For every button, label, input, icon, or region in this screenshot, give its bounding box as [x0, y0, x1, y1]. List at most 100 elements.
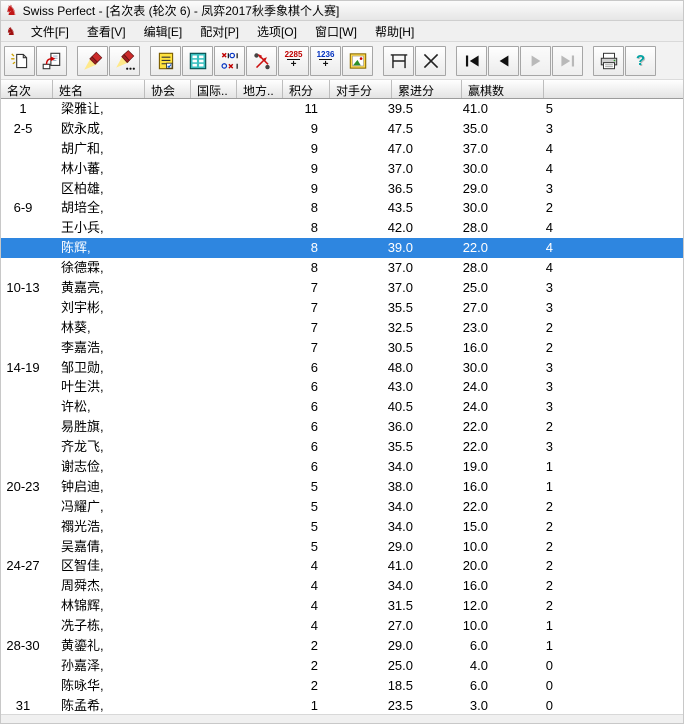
table-row[interactable]: 王小兵, 8 42.0 28.0 4 — [1, 218, 683, 238]
search-more-button[interactable] — [109, 45, 140, 76]
table-row[interactable]: 陈辉, 8 39.0 22.0 4 — [1, 238, 683, 259]
table-row[interactable]: 谢志俭, 6 34.0 19.0 1 — [1, 457, 683, 477]
player-name-cell: 区柏雄, — [61, 180, 104, 196]
previous-icon — [499, 55, 508, 66]
row-filler — [553, 556, 683, 576]
cut-round-button[interactable] — [415, 45, 446, 76]
table-row[interactable]: 孙嘉泽, 2 25.0 4.0 0 — [1, 656, 683, 676]
table-row[interactable]: 区柏雄, 9 36.5 29.0 3 — [1, 179, 683, 199]
cross-table-button[interactable] — [214, 45, 245, 76]
column-header-intl-rating[interactable]: 国际.. — [191, 80, 237, 98]
table-row[interactable]: 2-5 欧永成, 9 47.5 35.0 3 — [1, 119, 683, 139]
column-header-name[interactable]: 姓名 — [53, 80, 145, 98]
table-row[interactable]: 24-27 区智佳, 4 41.0 20.0 2 — [1, 556, 683, 576]
table-row[interactable]: 31 陈孟希, 1 23.5 3.0 0 — [1, 696, 683, 714]
row-filler — [553, 477, 683, 497]
wall-chart-button[interactable] — [342, 45, 373, 76]
flashlight-icon — [83, 51, 102, 70]
table-row[interactable]: 1 梁雅让, 11 39.5 41.0 5 — [1, 99, 683, 119]
column-header-progressive[interactable]: 累进分 — [392, 80, 462, 98]
progressive-cell: 23.0 — [462, 319, 488, 335]
row-filler — [553, 159, 683, 179]
international-rating-button[interactable]: 2285 + — [278, 45, 309, 76]
new-tournament-button[interactable] — [4, 45, 35, 76]
table-row[interactable]: 14-19 邹卫勋, 6 48.0 30.0 3 — [1, 358, 683, 378]
table-row[interactable]: 林锦辉, 4 31.5 12.0 2 — [1, 596, 683, 616]
row-filler — [553, 497, 683, 517]
help-button[interactable]: ? — [625, 45, 656, 76]
local-rating-button[interactable]: 1236 + — [310, 45, 341, 76]
flashlight-ellipsis-icon — [115, 49, 135, 70]
table-row[interactable]: 易胜旗, 6 36.0 22.0 2 — [1, 417, 683, 437]
pairings-list-button[interactable] — [150, 45, 181, 76]
player-name-cell: 冼子栋, — [61, 618, 104, 634]
table-row[interactable]: 禤光浩, 5 34.0 15.0 2 — [1, 517, 683, 537]
help-icon: ? — [635, 52, 646, 69]
open-report-button[interactable] — [36, 45, 67, 76]
table-row[interactable]: 许松, 6 40.5 24.0 3 — [1, 397, 683, 417]
table-row[interactable]: 李嘉浩, 7 30.5 16.0 2 — [1, 338, 683, 358]
table-row[interactable]: 齐龙飞, 6 35.5 22.0 3 — [1, 437, 683, 457]
player-name-cell: 徐德霖, — [61, 260, 104, 276]
round-table-button[interactable] — [383, 45, 414, 76]
print-button[interactable] — [593, 45, 624, 76]
wins-cell: 2 — [545, 598, 553, 614]
player-name-cell: 区智佳, — [61, 558, 104, 574]
opp-score-cell: 34.0 — [387, 459, 413, 475]
points-cell: 6 — [310, 359, 318, 375]
menu-item-help[interactable]: 帮助[H] — [366, 21, 423, 42]
menu-item-edit[interactable]: 编辑[E] — [135, 21, 192, 42]
table-row[interactable]: 林葵, 7 32.5 23.0 2 — [1, 318, 683, 338]
opp-score-cell: 31.5 — [387, 598, 413, 614]
table-row[interactable]: 28-30 黄鎏礼, 2 29.0 6.0 1 — [1, 636, 683, 656]
search-button[interactable] — [77, 45, 108, 76]
player-name-cell: 叶生洪, — [61, 379, 104, 395]
table-row[interactable]: 20-23 钟启迪, 5 38.0 16.0 1 — [1, 477, 683, 497]
table-row[interactable]: 陈咏华, 2 18.5 6.0 0 — [1, 676, 683, 696]
row-filler — [553, 616, 683, 636]
column-header-opp-score[interactable]: 对手分 — [330, 80, 392, 98]
table-row[interactable]: 徐德霖, 8 37.0 28.0 4 — [1, 258, 683, 278]
table-row[interactable]: 吴嘉倩, 5 29.0 10.0 2 — [1, 537, 683, 557]
menu-item-window[interactable]: 窗口[W] — [306, 21, 366, 42]
row-filler — [553, 636, 683, 656]
table-row[interactable]: 胡广和, 9 47.0 37.0 4 — [1, 139, 683, 159]
row-filler — [553, 298, 683, 318]
table-row[interactable]: 冼子栋, 4 27.0 10.0 1 — [1, 616, 683, 636]
column-header-association[interactable]: 协会 — [145, 80, 191, 98]
rank-cell — [1, 377, 45, 397]
table-row[interactable]: 刘宇彬, 7 35.5 27.0 3 — [1, 298, 683, 318]
app-logo-icon: ♞ — [5, 2, 18, 19]
table-row[interactable]: 周舜杰, 4 34.0 16.0 2 — [1, 576, 683, 596]
wins-cell: 3 — [545, 280, 553, 296]
table-row[interactable]: 10-13 黄嘉亮, 7 37.0 25.0 3 — [1, 278, 683, 298]
column-header-local-rating[interactable]: 地方.. — [237, 80, 283, 98]
menu-item-options[interactable]: 选项[O] — [248, 21, 306, 42]
column-header-points[interactable]: 积分 — [283, 80, 330, 98]
column-header-rank[interactable]: 名次 — [1, 80, 53, 98]
wins-cell: 3 — [545, 299, 553, 315]
child-window-icon[interactable]: ♞ — [6, 25, 16, 38]
column-header-wins[interactable]: 赢棋数 — [462, 80, 544, 98]
table-row[interactable]: 冯耀广, 5 34.0 22.0 2 — [1, 497, 683, 517]
first-round-button[interactable] — [456, 45, 487, 76]
menu-item-file[interactable]: 文件[F] — [22, 21, 78, 42]
menu-item-pairing[interactable]: 配对[P] — [191, 21, 248, 42]
row-filler — [553, 397, 683, 417]
standings-list-button[interactable] — [182, 45, 213, 76]
points-cell: 9 — [310, 180, 318, 196]
previous-round-button[interactable] — [488, 45, 519, 76]
table-row[interactable]: 6-9 胡培全, 8 43.5 30.0 2 — [1, 198, 683, 218]
menu-item-view[interactable]: 查看[V] — [78, 21, 135, 42]
points-cell: 6 — [310, 399, 318, 415]
rank-cell — [1, 616, 45, 636]
points-cell: 4 — [310, 618, 318, 634]
do-pairing-button[interactable] — [246, 45, 277, 76]
player-name-cell: 林小蕃, — [61, 160, 104, 176]
table-row[interactable]: 叶生洪, 6 43.0 24.0 3 — [1, 377, 683, 397]
rank-cell — [1, 517, 45, 537]
toolbar: 2285 + 1236 + ? — [1, 42, 683, 80]
rank-cell — [1, 238, 45, 258]
table-row[interactable]: 林小蕃, 9 37.0 30.0 4 — [1, 159, 683, 179]
points-cell: 7 — [310, 299, 318, 315]
